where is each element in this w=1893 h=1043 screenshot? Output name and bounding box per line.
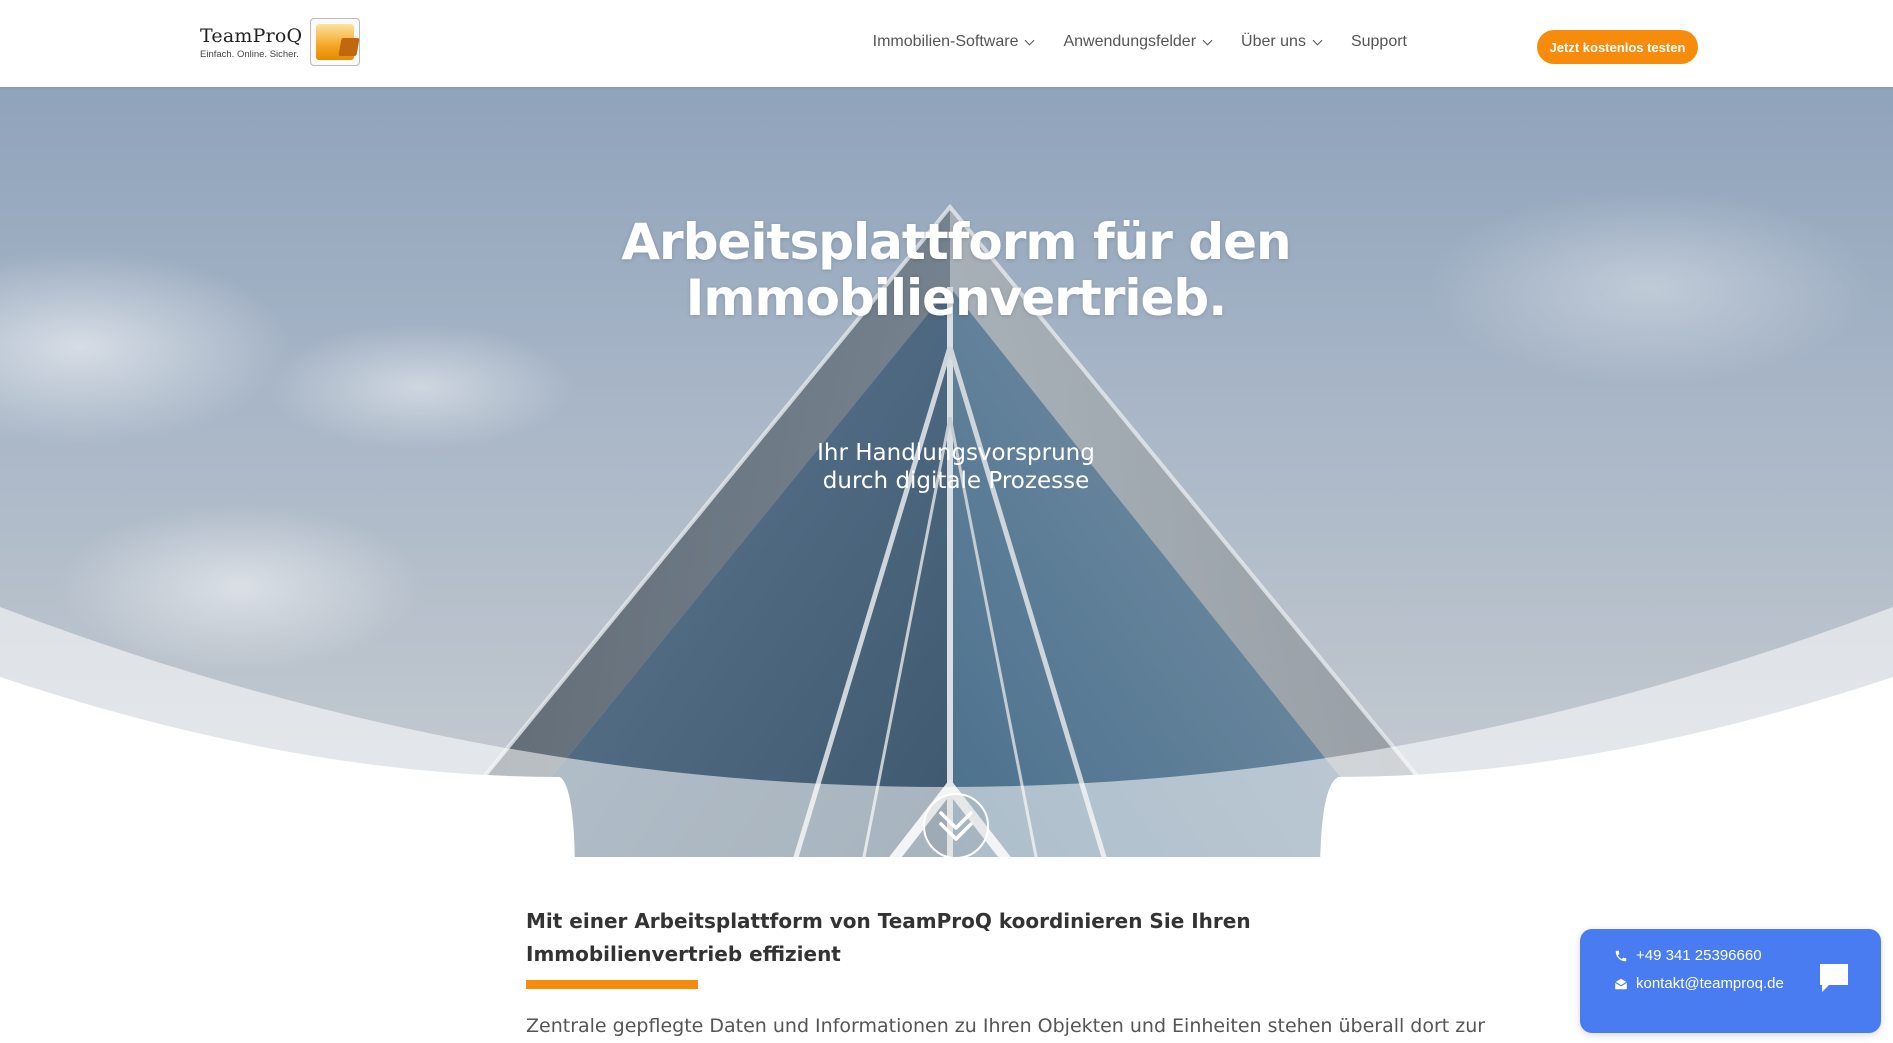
hero-section: Arbeitsplattform für den Immobilienvertr…	[0, 87, 1893, 877]
chat-bubble-icon[interactable]	[1817, 961, 1851, 995]
contact-email[interactable]: kontakt@teamproq.de	[1614, 975, 1784, 992]
chevron-down-icon	[1312, 35, 1323, 45]
logo-text: TeamProQ Einfach. Online. Sicher.	[200, 25, 302, 60]
hero-title: Arbeitsplattform für den Immobilienvertr…	[0, 214, 1893, 326]
double-chevron-down-icon	[939, 811, 973, 841]
hero-title-line-1: Arbeitsplattform für den	[621, 213, 1291, 271]
scroll-down-button[interactable]	[923, 793, 989, 859]
logo-name: TeamProQ	[200, 24, 303, 47]
mail-icon	[1614, 978, 1628, 989]
teamproq-logo[interactable]: TeamProQ Einfach. Online. Sicher.	[200, 17, 361, 67]
nav-item-label: Über uns	[1241, 33, 1306, 50]
free-trial-button[interactable]: Jetzt kostenlos testen	[1537, 30, 1698, 64]
logo-tagline: Einfach. Online. Sicher.	[200, 48, 299, 60]
contact-email-address: kontakt@teamproq.de	[1636, 975, 1784, 992]
contact-widget: +49 341 25396660 kontakt@teamproq.de	[1580, 929, 1881, 1033]
contact-phone-number: +49 341 25396660	[1636, 947, 1762, 964]
phone-icon	[1615, 950, 1627, 961]
nav-item-anwendungsfelder[interactable]: Anwendungsfelder	[1063, 33, 1213, 51]
hero-title-line-2: Immobilienvertrieb.	[685, 269, 1227, 327]
nav-item-support[interactable]: Support	[1351, 33, 1407, 51]
contact-phone[interactable]: +49 341 25396660	[1614, 947, 1762, 964]
nav-item-ueber-uns[interactable]: Über uns	[1241, 33, 1323, 51]
logo-mark-icon	[310, 18, 361, 66]
intro-heading: Mit einer Arbeitsplattform von TeamProQ …	[526, 909, 1251, 966]
hero-subtitle-line-1: Ihr Handlungsvorsprung	[817, 440, 1095, 466]
intro-body: Zentrale gepflegte Daten und Information…	[526, 1015, 1486, 1037]
chevron-down-icon	[1202, 35, 1213, 45]
site-header: TeamProQ Einfach. Online. Sicher. Immobi…	[0, 0, 1893, 87]
intro-section: Mit einer Arbeitsplattform von TeamProQ …	[526, 905, 1486, 1037]
hero-subtitle: Ihr Handlungsvorsprung durch digitale Pr…	[0, 439, 1893, 495]
nav-item-immobilien-software[interactable]: Immobilien-Software	[872, 33, 1035, 51]
main-nav: Immobilien-Software Anwendungsfelder Übe…	[843, 33, 1407, 51]
nav-item-label: Immobilien-Software	[872, 33, 1019, 50]
hero-subtitle-line-2: durch digitale Prozesse	[822, 468, 1090, 494]
heading-underline	[526, 980, 698, 989]
chevron-down-icon	[1025, 35, 1035, 45]
nav-item-label: Support	[1350, 33, 1407, 50]
nav-item-label: Anwendungsfelder	[1063, 33, 1197, 50]
